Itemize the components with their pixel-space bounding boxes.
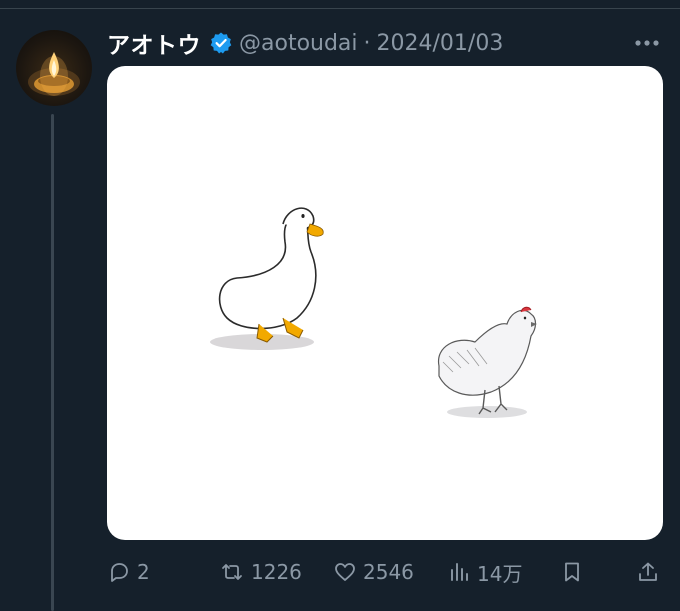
verified-badge-icon (209, 31, 233, 55)
top-divider (0, 8, 680, 9)
retweet-count: 1226 (251, 560, 302, 584)
tweet-actions: 2 1226 2546 14万 (0, 552, 680, 592)
heart-icon (335, 563, 355, 581)
oil-lamp-avatar-icon (28, 52, 80, 96)
share-button[interactable] (636, 552, 660, 592)
like-button[interactable]: 2546 (333, 552, 414, 592)
retweet-icon (222, 564, 242, 580)
reply-count: 2 (137, 560, 150, 584)
chicken-illustration (438, 306, 537, 418)
tweet-date[interactable]: 2024/01/03 (377, 31, 504, 56)
like-count: 2546 (363, 560, 414, 584)
more-options-icon[interactable] (632, 32, 662, 54)
thread-line (51, 114, 54, 611)
retweet-button[interactable]: 1226 (219, 552, 302, 592)
views-button[interactable]: 14万 (449, 552, 522, 592)
separator-dot: · (363, 30, 371, 56)
reply-button[interactable]: 2 (107, 552, 150, 592)
author-handle[interactable]: @aotoudai (239, 31, 358, 56)
duck-illustration (210, 207, 324, 350)
reply-icon (111, 563, 128, 582)
bookmark-button[interactable] (560, 552, 584, 592)
author-display-name[interactable]: アオトウ (107, 26, 201, 60)
tweet-header: アオトウ @aotoudai · 2024/01/03 (107, 26, 503, 60)
bar-chart-icon (451, 563, 468, 581)
views-count: 14万 (477, 561, 523, 586)
avatar[interactable] (16, 30, 92, 106)
share-icon (639, 562, 657, 581)
tweet-media-image[interactable] (107, 66, 663, 540)
bookmark-icon (565, 562, 579, 582)
